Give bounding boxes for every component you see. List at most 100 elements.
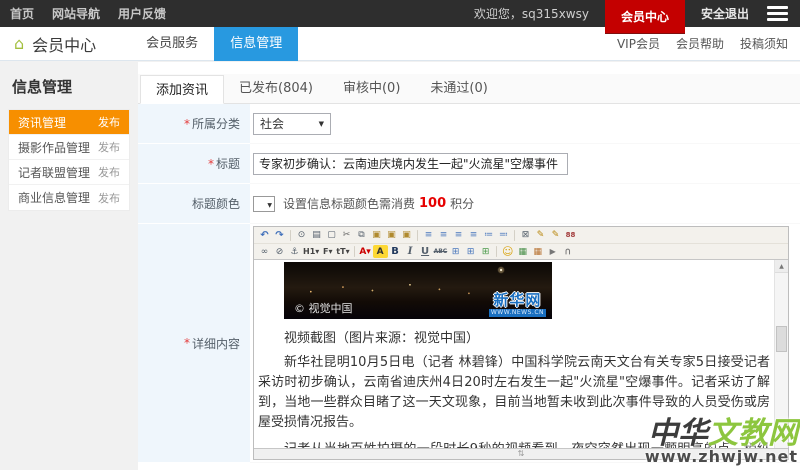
paste-icon[interactable]: ▣: [369, 229, 384, 242]
paste-text-icon[interactable]: ▣: [399, 229, 414, 242]
sidebar-item-action[interactable]: 发布: [98, 190, 120, 206]
remove-format-icon[interactable]: ⊠: [518, 229, 533, 242]
required-asterisk: *: [184, 336, 190, 350]
menu-icon[interactable]: [765, 1, 790, 26]
tab-member-service[interactable]: 会员服务: [130, 27, 214, 61]
title-color-cost: 100: [419, 196, 446, 211]
welcome-text: 欢迎您，sq315xwsy: [474, 5, 589, 22]
member-center-button[interactable]: 会员中心: [605, 0, 685, 33]
category-row: * 所属分类 社会 ▼: [138, 104, 800, 144]
sidebar-item-action[interactable]: 发布: [98, 114, 120, 130]
cut-icon[interactable]: ✂: [339, 229, 354, 242]
anchor-icon[interactable]: ⚓: [287, 245, 302, 258]
separator[interactable]: [354, 246, 355, 257]
scroll-up-icon[interactable]: ▲: [775, 260, 788, 273]
tab-info-manage[interactable]: 信息管理: [214, 27, 298, 61]
title-color-picker[interactable]: ▼: [253, 196, 275, 212]
ordered-list-icon[interactable]: ≔: [481, 229, 496, 242]
logout-button[interactable]: 安全退出: [701, 5, 749, 22]
font-color-icon[interactable]: A▾: [358, 245, 373, 258]
font-family-icon[interactable]: F▾: [320, 245, 335, 258]
nav-feedback[interactable]: 用户反馈: [118, 5, 166, 22]
required-asterisk: *: [208, 157, 214, 171]
title-input[interactable]: [253, 153, 568, 175]
separator[interactable]: [417, 230, 418, 241]
editor-scrollbar[interactable]: ▲: [774, 260, 788, 448]
strikethrough-icon[interactable]: ABC: [433, 245, 449, 258]
unordered-list-icon[interactable]: ≕: [496, 229, 511, 242]
new-doc-icon[interactable]: ▢: [324, 229, 339, 242]
align-left-icon[interactable]: ≡: [421, 229, 436, 242]
font-size-icon[interactable]: tT▾: [335, 245, 350, 258]
image-icon[interactable]: ▦: [515, 245, 530, 258]
title-label: 标题: [216, 155, 240, 172]
undo-icon[interactable]: ↶: [257, 229, 272, 242]
editor-toolbar-row2: ∞⊘⚓H1▾F▾tT▾A▾ABIUABC⊞⊞⊞☺▦▦▶⊂: [254, 243, 788, 259]
sidebar-item-action[interactable]: 发布: [98, 164, 120, 180]
category-content-cell: 社会 ▼: [250, 104, 800, 144]
align-right-icon[interactable]: ≡: [451, 229, 466, 242]
print-icon[interactable]: ▤: [309, 229, 324, 242]
table-icon[interactable]: ⊞: [463, 245, 478, 258]
table-props-icon[interactable]: ⊞: [478, 245, 493, 258]
sidebar-item-photo-manage[interactable]: 摄影作品管理 发布: [9, 135, 129, 160]
bold-icon[interactable]: B: [388, 245, 403, 258]
highlight-icon[interactable]: A: [373, 245, 388, 258]
image-credit: © 视觉中国: [294, 300, 353, 316]
copy-icon[interactable]: ⧉: [354, 229, 369, 242]
content-label: 详细内容: [192, 335, 240, 352]
chevron-down-icon: ▼: [267, 202, 272, 209]
top-nav-bar: 首页网站导航用户反馈 欢迎您，sq315xwsy 会员中心 安全退出: [0, 0, 800, 27]
sidebar-item-label: 记者联盟管理: [18, 164, 90, 181]
sidebar-title: 信息管理: [12, 76, 130, 97]
link-icon[interactable]: ∞: [257, 245, 272, 258]
fill-color-icon[interactable]: ✎: [548, 229, 563, 242]
sidebar-item-action[interactable]: 发布: [98, 139, 120, 155]
resize-handle-icon[interactable]: ⇅: [518, 450, 525, 458]
article-image: © 视觉中国 新华网 WWW.NEWS.CN: [284, 262, 552, 319]
rich-text-editor: ↶↷⊙▤▢✂⧉▣▣▣≡≡≡≡≔≕⊠✎✎88 ∞⊘⚓H1▾F▾tT▾A▾ABIUA…: [253, 226, 789, 460]
attachment-icon[interactable]: ⊂: [561, 244, 574, 259]
chevron-down-icon: ▼: [319, 120, 324, 128]
preview-icon[interactable]: ⊙: [294, 229, 309, 242]
flash-icon[interactable]: ▦: [530, 245, 545, 258]
align-justify-icon[interactable]: ≡: [466, 229, 481, 242]
link-member-help[interactable]: 会员帮助: [676, 35, 724, 52]
sidebar-item-label: 商业信息管理: [18, 189, 90, 206]
unlink-icon[interactable]: ⊘: [272, 245, 287, 258]
media-icon[interactable]: ▶: [545, 245, 560, 258]
underline-icon[interactable]: U: [418, 245, 433, 258]
table-grid-icon[interactable]: ⊞: [448, 245, 463, 258]
sidebar-item-reporter-union-manage[interactable]: 记者联盟管理 发布: [9, 160, 129, 185]
scrollbar-thumb[interactable]: [776, 326, 787, 352]
sidebar-item-news-manage[interactable]: 资讯管理 发布: [9, 110, 129, 135]
paste-word-icon[interactable]: ▣: [384, 229, 399, 242]
link-submission-guide[interactable]: 投稿须知: [740, 35, 788, 52]
editor-resize-bar[interactable]: ⇅: [254, 448, 788, 459]
emoticon-icon[interactable]: ☺: [500, 245, 515, 258]
word-count-icon[interactable]: 88: [563, 229, 578, 242]
heading-icon[interactable]: H1▾: [302, 245, 320, 258]
category-select[interactable]: 社会 ▼: [253, 113, 331, 135]
align-center-icon[interactable]: ≡: [436, 229, 451, 242]
redo-icon[interactable]: ↷: [272, 229, 287, 242]
editor-toolbar: ↶↷⊙▤▢✂⧉▣▣▣≡≡≡≡≔≕⊠✎✎88 ∞⊘⚓H1▾F▾tT▾A▾ABIUA…: [254, 227, 788, 260]
sidebar-item-business-info-manage[interactable]: 商业信息管理 发布: [9, 185, 129, 210]
separator[interactable]: [290, 230, 291, 241]
nav-home[interactable]: 首页: [10, 5, 34, 22]
category-select-value: 社会: [260, 115, 284, 132]
separator[interactable]: [514, 230, 515, 241]
tab-rejected[interactable]: 未通过(0): [415, 74, 502, 103]
nav-sitemap[interactable]: 网站导航: [52, 5, 100, 22]
sidebar-item-label: 资讯管理: [18, 114, 66, 131]
home-icon: ⌂: [14, 36, 24, 52]
tab-published[interactable]: 已发布(804): [224, 74, 328, 103]
separator[interactable]: [496, 246, 497, 257]
link-vip[interactable]: VIP会员: [617, 35, 660, 52]
editor-content-area[interactable]: © 视觉中国 新华网 WWW.NEWS.CN 视频截图（图片来源：视觉中国） 新…: [254, 260, 788, 448]
italic-icon[interactable]: I: [403, 245, 418, 258]
tab-reviewing[interactable]: 审核中(0): [328, 74, 415, 103]
content-paragraph: 记者从当地百姓拍摄的一段时长9秒的视频看到，夜空突然出现一颗明亮的点，稍纵即逝后…: [258, 440, 770, 448]
format-painter-icon[interactable]: ✎: [533, 229, 548, 242]
tab-add-news[interactable]: 添加资讯: [140, 75, 224, 104]
